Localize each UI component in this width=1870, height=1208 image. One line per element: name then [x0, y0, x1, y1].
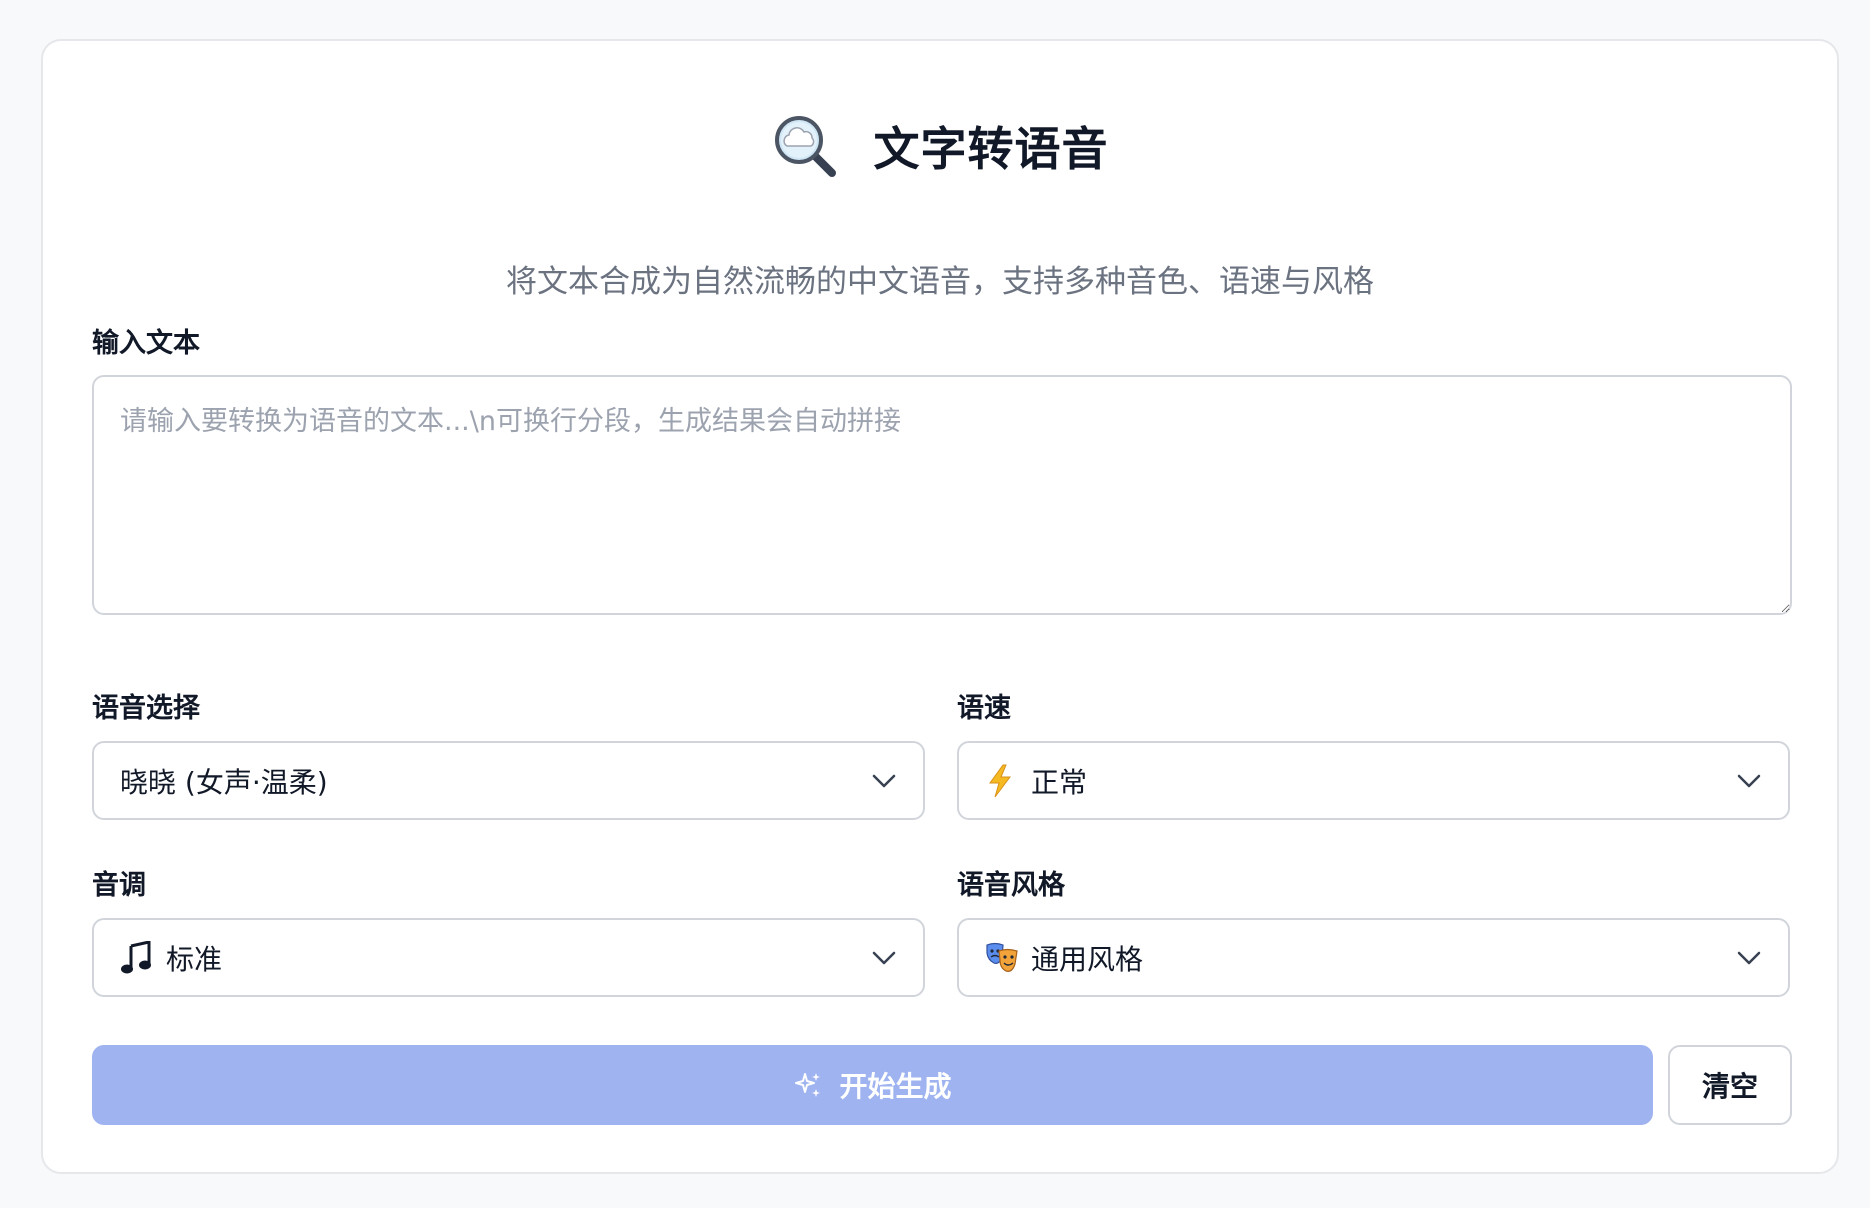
style-select-label: 语音风格 — [957, 870, 1065, 901]
lightning-icon — [985, 764, 1019, 798]
voice-select-value: 晓晓 (女声·温柔) — [120, 765, 328, 799]
chevron-down-icon — [872, 774, 896, 787]
chevron-down-icon — [1737, 774, 1761, 787]
input-text-label: 输入文本 — [92, 328, 200, 359]
voice-select[interactable]: 晓晓 (女声·温柔) — [92, 741, 925, 820]
magnifier-cloud-icon — [774, 116, 836, 177]
generate-button-label: 开始生成 — [839, 1071, 952, 1102]
speed-select[interactable]: 正常 — [957, 741, 1790, 820]
voice-select-label: 语音选择 — [92, 693, 200, 724]
speed-select-value: 正常 — [1031, 765, 1088, 799]
theater-masks-icon — [985, 941, 1019, 975]
text-input[interactable] — [92, 375, 1792, 615]
pitch-select-value: 标准 — [166, 942, 223, 976]
pitch-select-label: 音调 — [92, 870, 146, 901]
generate-button[interactable]: 开始生成 — [92, 1045, 1653, 1125]
header: 文字转语音 — [43, 103, 1837, 189]
page-title: 文字转语音 — [873, 122, 1109, 176]
tts-card: 文字转语音 将文本合成为自然流畅的中文语音，支持多种音色、语速与风格 输入文本 … — [41, 39, 1839, 1174]
style-select[interactable]: 通用风格 — [957, 918, 1790, 997]
pitch-select[interactable]: 标准 — [92, 918, 925, 997]
music-note-icon — [120, 940, 154, 975]
page-subtitle: 将文本合成为自然流畅的中文语音，支持多种音色、语速与风格 — [506, 264, 1374, 300]
clear-button[interactable]: 清空 — [1668, 1045, 1792, 1125]
sparkles-icon — [795, 1073, 821, 1097]
chevron-down-icon — [1737, 951, 1761, 964]
speed-select-label: 语速 — [957, 693, 1011, 724]
chevron-down-icon — [872, 951, 896, 964]
style-select-value: 通用风格 — [1031, 942, 1144, 976]
clear-button-label: 清空 — [1701, 1071, 1758, 1102]
